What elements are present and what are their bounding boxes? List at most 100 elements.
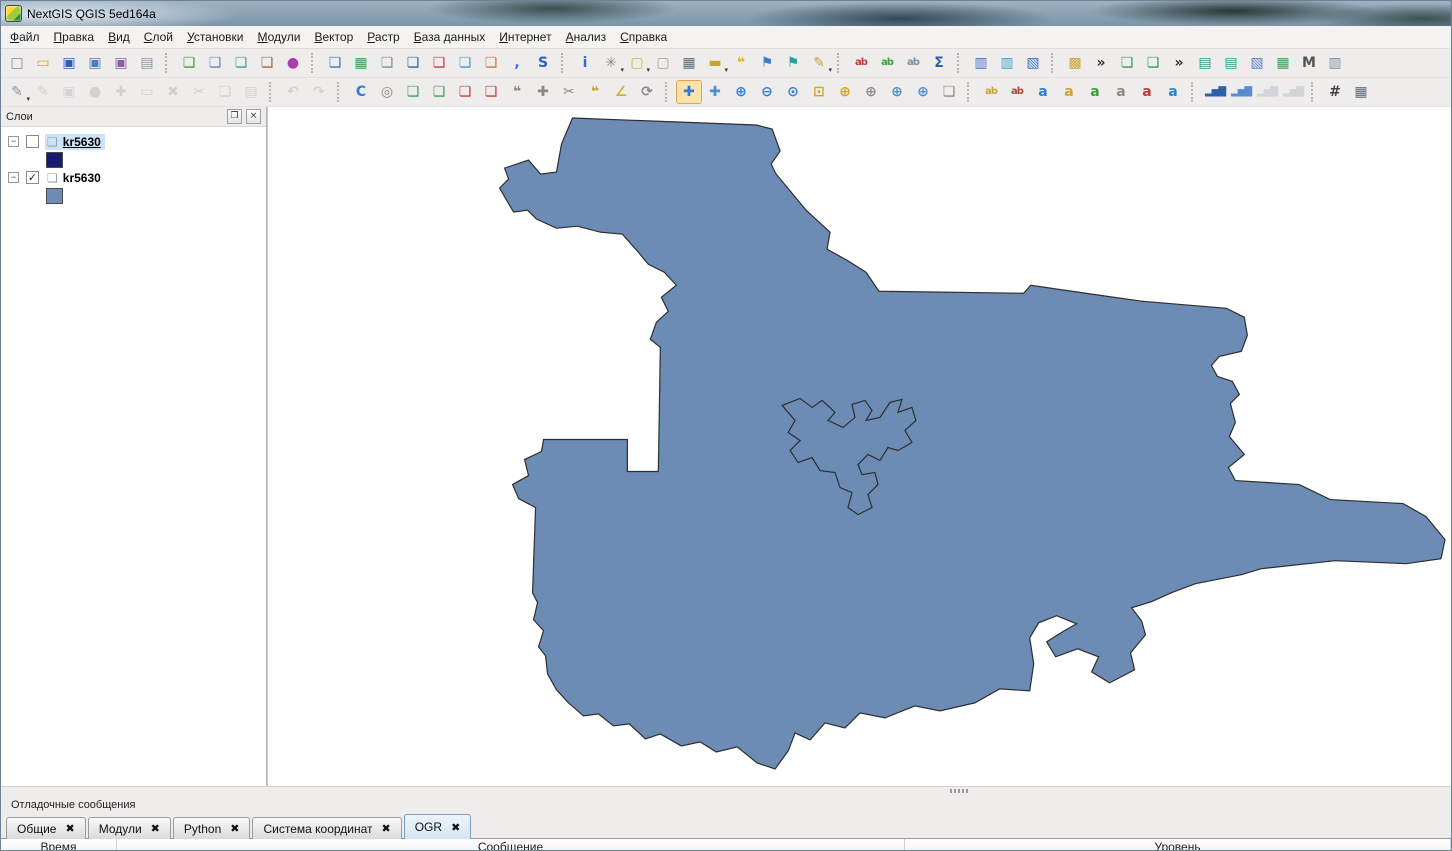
label-tool-3-button[interactable]: a <box>1030 80 1056 104</box>
map-canvas[interactable] <box>267 107 1451 786</box>
menu-file[interactable]: Файл <box>3 27 47 47</box>
paste-features-button[interactable]: ▤ <box>238 80 264 104</box>
new-geopackage-layer-button[interactable]: ● <box>280 51 306 75</box>
tree-expander-icon[interactable]: − <box>8 172 19 183</box>
zoom-to-layer-button[interactable]: ⊕ <box>858 80 884 104</box>
processing-results-button[interactable]: ▧ <box>1020 51 1046 75</box>
add-delimited-text-layer-button[interactable]: , <box>504 51 530 75</box>
zoom-last-button[interactable]: ⊕ <box>884 80 910 104</box>
processing-toolbox-button[interactable]: ▥ <box>968 51 994 75</box>
statistics-1-button[interactable]: ▂▅▇ <box>1202 80 1228 104</box>
label-tool-6-button[interactable]: a <box>1108 80 1134 104</box>
tab-close-icon[interactable]: ✖ <box>451 821 460 834</box>
map-tip-tool-button[interactable]: ❝ <box>504 80 530 104</box>
pin-labels-button[interactable]: ✚ <box>530 80 556 104</box>
new-memory-layer-button[interactable]: ❏ <box>254 51 280 75</box>
map-composer-button[interactable]: ▩ <box>1062 51 1088 75</box>
nextgis-connect-button[interactable]: ▤ <box>1192 51 1218 75</box>
label-tool-5-button[interactable]: a <box>1082 80 1108 104</box>
add-postgis-layer-button[interactable]: ❏ <box>400 51 426 75</box>
clip-tool-button[interactable]: ✂ <box>556 80 582 104</box>
statistics-2-button[interactable]: ▂▅▇ <box>1228 80 1254 104</box>
menu-view[interactable]: Вид <box>101 27 137 47</box>
dropdown-arrow-icon[interactable]: ▾ <box>828 66 832 74</box>
menu-analysis[interactable]: Анализ <box>559 27 614 47</box>
zoom-full-button[interactable]: ⊡ <box>806 80 832 104</box>
delete-selected-button[interactable]: ✖ <box>160 80 186 104</box>
tab-close-icon[interactable]: ✖ <box>382 822 391 835</box>
menu-edit[interactable]: Правка <box>47 27 102 47</box>
layer-symbology-swatch[interactable] <box>46 188 63 204</box>
add-wms-layer-button[interactable]: ❏ <box>452 51 478 75</box>
menu-vector[interactable]: Вектор <box>307 27 360 47</box>
new-bookmark-button[interactable]: ⚑ <box>754 51 780 75</box>
refresh-map-button[interactable]: C <box>348 80 374 104</box>
tab-crs[interactable]: Система координат✖ <box>252 817 401 839</box>
select-radius-button[interactable]: ❏ <box>478 80 504 104</box>
field-calculator-button[interactable]: Σ <box>926 51 952 75</box>
new-print-composer-button[interactable]: ▤ <box>134 51 160 75</box>
menu-help[interactable]: Справка <box>613 27 674 47</box>
label-tool-1-button[interactable]: ab <box>978 80 1004 104</box>
qtiles-tool-button[interactable]: ▧ <box>1244 51 1270 75</box>
select-features-button[interactable]: ▢▾ <box>624 51 650 75</box>
pan-to-selection-button[interactable]: ✚ <box>702 80 728 104</box>
run-feature-action-button[interactable]: ✳▾ <box>598 51 624 75</box>
select-freehand-button[interactable]: ❏ <box>452 80 478 104</box>
nextgis-resources-button[interactable]: ▤ <box>1218 51 1244 75</box>
layer-checkbox[interactable] <box>26 135 39 148</box>
menu-settings[interactable]: Установки <box>180 27 251 47</box>
new-project-button[interactable]: □ <box>4 51 30 75</box>
toolbar-extension-2-button[interactable]: » <box>1166 51 1192 75</box>
toolbar-extension-1-button[interactable]: » <box>1088 51 1114 75</box>
layer-name[interactable]: kr5630 <box>63 171 101 185</box>
pan-map-button[interactable]: ✚ <box>676 80 702 104</box>
tree-expander-icon[interactable]: − <box>8 136 19 147</box>
save-as-image-button[interactable]: ▣ <box>108 51 134 75</box>
composer-grid-tool-button[interactable]: ▦ <box>1348 80 1374 104</box>
layer-entry[interactable]: ❏kr5630 <box>45 170 105 186</box>
move-feature-button[interactable]: ✚ <box>108 80 134 104</box>
select-polygon-button[interactable]: ❏ <box>426 80 452 104</box>
cut-features-button[interactable]: ✂ <box>186 80 212 104</box>
node-tool-button[interactable]: ▭ <box>134 80 160 104</box>
tab-close-icon[interactable]: ✖ <box>151 822 160 835</box>
layer-symbology-swatch[interactable] <box>46 152 63 168</box>
layer-entry[interactable]: ❏kr5630 <box>45 134 105 150</box>
add-gps-layer-button[interactable]: S <box>530 51 556 75</box>
tab-general[interactable]: Общие✖ <box>6 817 86 839</box>
save-layer-edits-button[interactable]: ▣ <box>56 80 82 104</box>
menu-plugins[interactable]: Модули <box>250 27 307 47</box>
new-spatialite-layer-button[interactable]: ❏ <box>202 51 228 75</box>
new-vector-layer-button[interactable]: ❏ <box>176 51 202 75</box>
statistics-3-button[interactable]: ▂▅▇ <box>1254 80 1280 104</box>
labeling-button[interactable]: ab <box>848 51 874 75</box>
zoom-next-button[interactable]: ⊕ <box>910 80 936 104</box>
text-annotation-button[interactable]: ✎▾ <box>806 51 832 75</box>
deselect-features-button[interactable]: ▢ <box>650 51 676 75</box>
toggle-editing-button[interactable]: ✎ <box>30 80 56 104</box>
label-tool-8-button[interactable]: a <box>1160 80 1186 104</box>
plugin-layer-tool-2-button[interactable]: ❏ <box>1140 51 1166 75</box>
plugin-layer-tool-1-button[interactable]: ❏ <box>1114 51 1140 75</box>
tab-ogr[interactable]: OGR✖ <box>404 814 472 839</box>
add-mssql-layer-button[interactable]: ❏ <box>426 51 452 75</box>
add-vector-layer-button[interactable]: ❏ <box>322 51 348 75</box>
zoom-in-button[interactable]: ⊕ <box>728 80 754 104</box>
tab-python[interactable]: Python✖ <box>173 817 251 839</box>
add-spatialite-layer-button[interactable]: ❏ <box>374 51 400 75</box>
zoom-native-button[interactable]: ⊙ <box>780 80 806 104</box>
menu-database[interactable]: База данных <box>407 27 492 47</box>
add-wfs-layer-button[interactable]: ❏ <box>478 51 504 75</box>
touch-zoom-button[interactable]: ◎ <box>374 80 400 104</box>
add-feature-button[interactable]: ● <box>82 80 108 104</box>
tab-close-icon[interactable]: ✖ <box>230 822 239 835</box>
add-raster-layer-button[interactable]: ▦ <box>348 51 374 75</box>
menu-web[interactable]: Интернет <box>492 27 558 47</box>
move-label-button[interactable]: ab <box>874 51 900 75</box>
identify-features-button[interactable]: i <box>572 51 598 75</box>
molusce-tool-button[interactable]: M <box>1296 51 1322 75</box>
classifier-tool-button[interactable]: ▦ <box>1270 51 1296 75</box>
layer-name[interactable]: kr5630 <box>63 135 101 149</box>
undo-button[interactable]: ↶ <box>280 80 306 104</box>
